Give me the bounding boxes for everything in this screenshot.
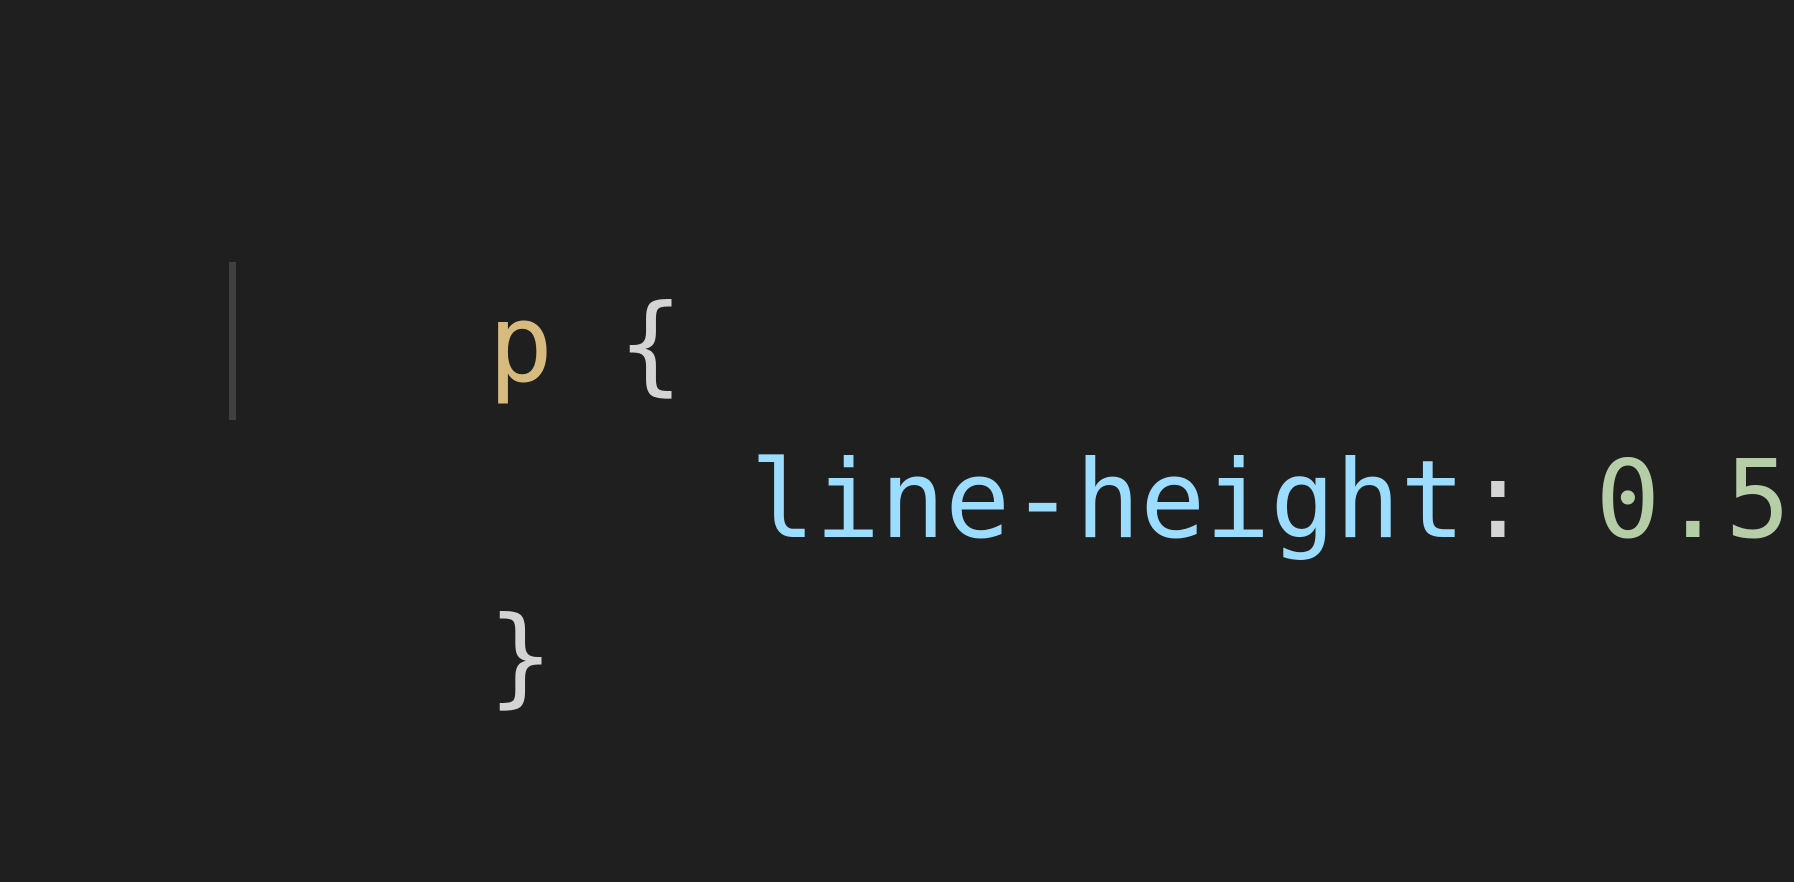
css-value-number: 0.5 (1595, 438, 1791, 563)
css-property: line-height (750, 438, 1466, 563)
code-editor[interactable]: p { line-height: 0.5; } (0, 0, 1794, 719)
colon-punctuation: : (1465, 438, 1596, 563)
code-line-1[interactable]: p { (228, 120, 683, 407)
close-brace: } (488, 594, 554, 719)
code-line-2[interactable]: line-height: 0.5; (490, 276, 1794, 563)
code-line-3[interactable]: } (228, 432, 553, 719)
semicolon-punctuation: ; (1790, 438, 1794, 563)
